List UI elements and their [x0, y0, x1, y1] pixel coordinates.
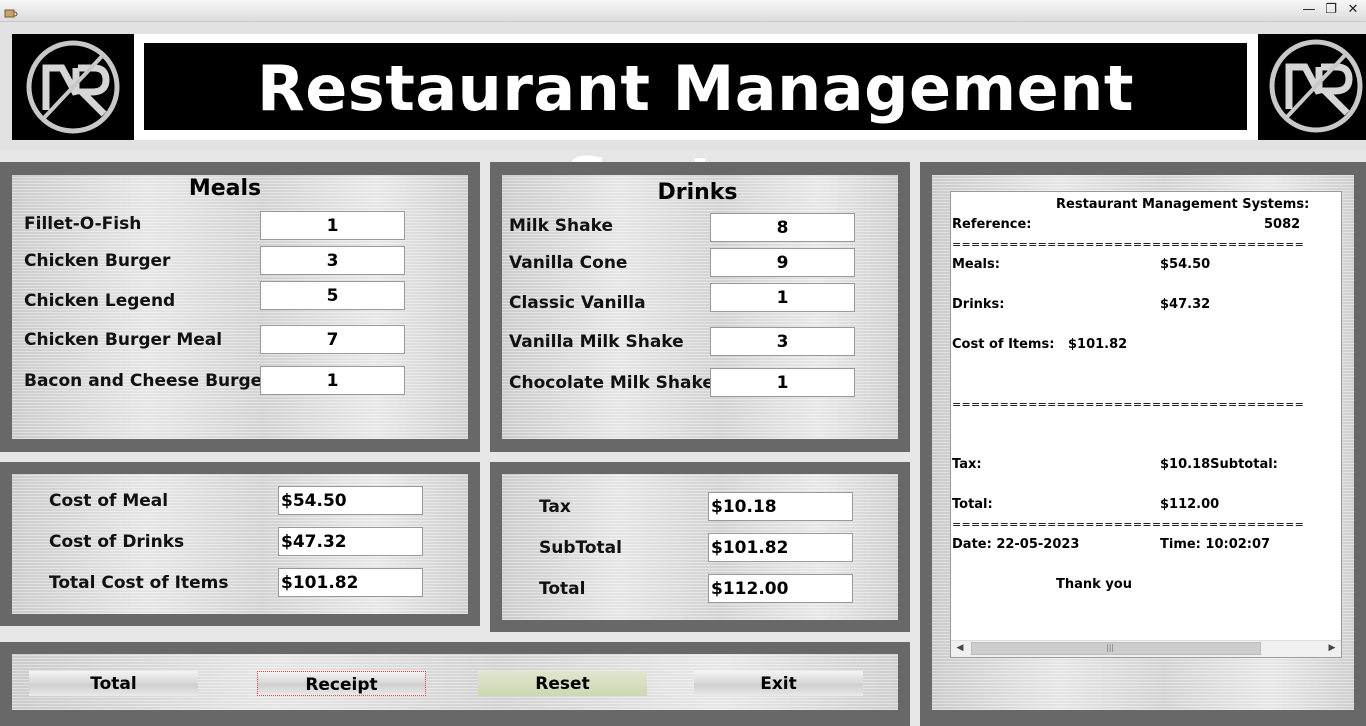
total-cost-label: Total Cost of Items — [49, 573, 229, 593]
drink-label-chocolate-milk-shake: Chocolate Milk Shake — [509, 373, 714, 393]
meal-label-chicken-legend: Chicken Legend — [24, 291, 176, 311]
window-titlebar — [0, 0, 1366, 22]
tax-label: Tax — [539, 497, 571, 517]
cost-of-meal-field[interactable]: $54.50 — [278, 486, 423, 515]
drink-label-classic-vanilla: Classic Vanilla — [509, 293, 646, 313]
receipt-separator: ===================================== — [952, 398, 1305, 411]
cost-of-drinks-field[interactable]: $47.32 — [278, 527, 423, 556]
receipt-tax-subtotal: $10.18Subtotal: — [1160, 457, 1278, 472]
receipt-textarea[interactable] — [950, 191, 1342, 658]
tax-field[interactable]: $10.18 — [708, 492, 853, 521]
receipt-total-label: Total: — [952, 497, 993, 512]
receipt-button[interactable]: Receipt — [257, 671, 426, 696]
receipt-meals-value: $54.50 — [1160, 257, 1211, 272]
receipt-cost-items: Cost of Items: $101.82 — [952, 337, 1128, 352]
meal-qty-chicken-burger[interactable]: 3 — [260, 246, 405, 275]
receipt-total-value: $112.00 — [1160, 497, 1220, 512]
total-cost-field[interactable]: $101.82 — [278, 568, 423, 597]
exit-button[interactable]: Exit — [694, 671, 863, 696]
drink-label-milk-shake: Milk Shake — [509, 216, 613, 236]
app-icon — [4, 4, 18, 18]
receipt-tax-label: Tax: — [952, 457, 982, 472]
restore-icon[interactable]: ❐ — [1320, 1, 1342, 19]
app-title: Restaurant Management System — [144, 43, 1247, 217]
meal-qty-chicken-burger-meal[interactable]: 7 — [260, 325, 405, 354]
receipt-separator: ===================================== — [952, 518, 1305, 531]
drink-qty-classic-vanilla[interactable]: 1 — [710, 283, 855, 312]
meal-qty-bacon-cheese-burger[interactable]: 1 — [260, 366, 405, 395]
drink-qty-chocolate-milk-shake[interactable]: 1 — [710, 368, 855, 397]
drink-label-vanilla-cone: Vanilla Cone — [509, 253, 628, 273]
scrollbar-grip-icon: ||| — [1106, 643, 1115, 652]
drink-label-vanilla-milk-shake: Vanilla Milk Shake — [509, 332, 684, 352]
receipt-reference-value: 5082 — [1264, 217, 1301, 232]
receipt-date: Date: 22-05-2023 — [952, 537, 1080, 552]
drink-qty-vanilla-milk-shake[interactable]: 3 — [710, 327, 855, 356]
minimize-icon[interactable]: — — [1298, 1, 1320, 19]
meal-label-chicken-burger: Chicken Burger — [24, 251, 171, 271]
receipt-drinks-value: $47.32 — [1160, 297, 1211, 312]
logo-left — [12, 34, 134, 140]
scrollbar-thumb[interactable] — [971, 642, 1261, 655]
logo-right — [1258, 34, 1366, 140]
subtotal-label: SubTotal — [539, 538, 622, 558]
receipt-meals-label: Meals: — [952, 257, 1000, 272]
meal-label-bacon-cheese-burger: Bacon and Cheese Burger — [24, 371, 271, 391]
meals-title: Meals — [188, 176, 262, 201]
cost-of-drinks-label: Cost of Drinks — [49, 532, 185, 552]
total-button[interactable]: Total — [29, 671, 198, 696]
total-field[interactable]: $112.00 — [708, 574, 853, 603]
cost-of-meal-label: Cost of Meal — [49, 491, 169, 511]
meal-qty-chicken-legend[interactable]: 5 — [260, 281, 405, 310]
receipt-time: Time: 10:02:07 — [1160, 537, 1271, 552]
scroll-left-icon[interactable]: ◀ — [952, 641, 968, 656]
receipt-separator: ===================================== — [952, 238, 1305, 251]
reset-button[interactable]: Reset — [478, 671, 647, 696]
meal-label-chicken-burger-meal: Chicken Burger Meal — [24, 330, 223, 350]
drink-qty-vanilla-cone[interactable]: 9 — [710, 248, 855, 277]
close-icon[interactable]: ✕ — [1342, 1, 1364, 19]
receipt-drinks-label: Drinks: — [952, 297, 1005, 312]
receipt-thanks: Thank you — [1056, 577, 1132, 592]
total-label: Total — [539, 579, 586, 599]
meal-label-fillet-o-fish: Fillet-O-Fish — [24, 214, 142, 234]
receipt-reference-label: Reference: — [952, 217, 1032, 232]
drink-qty-milk-shake[interactable]: 8 — [710, 213, 855, 242]
scroll-right-icon[interactable]: ▶ — [1324, 641, 1340, 656]
meal-qty-fillet-o-fish[interactable]: 1 — [260, 211, 405, 240]
receipt-heading: Restaurant Management Systems: — [1056, 197, 1310, 212]
subtotal-field[interactable]: $101.82 — [708, 533, 853, 562]
drinks-title: Drinks — [657, 180, 738, 205]
